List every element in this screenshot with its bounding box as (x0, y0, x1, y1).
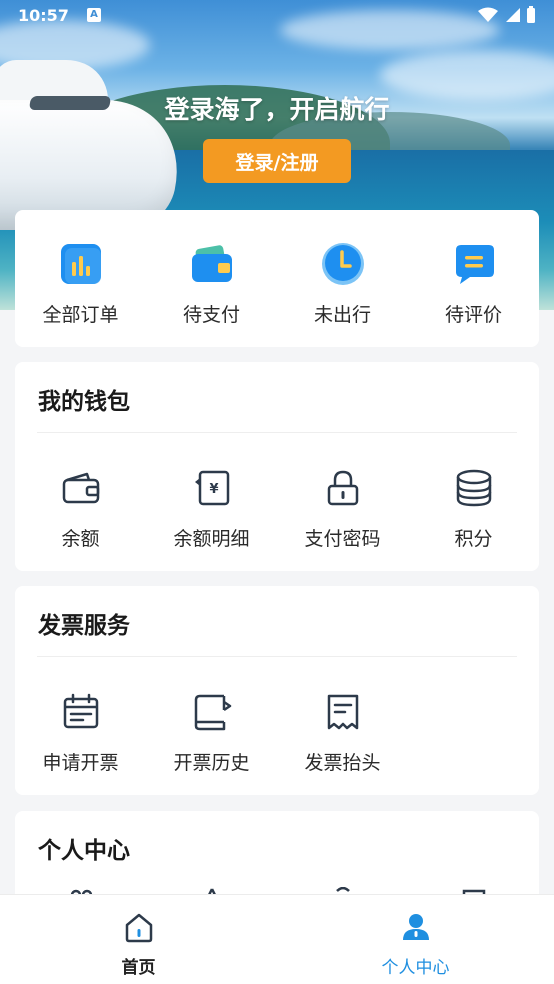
yuan-receipt-icon: ¥ (190, 466, 234, 510)
wallet-title: 我的钱包 (38, 389, 130, 415)
divider (37, 432, 517, 433)
nav-home[interactable]: 首页 (0, 895, 277, 984)
status-time: 10:57 (18, 5, 69, 25)
wallet-icon (190, 242, 234, 286)
wallet-points-label: 积分 (454, 528, 493, 550)
invoice-header-label: 发票抬头 (304, 752, 381, 774)
clock-icon (321, 242, 365, 286)
book-history-icon (190, 690, 234, 734)
wifi-icon (478, 7, 498, 22)
nav-personal-center-label: 个人中心 (381, 958, 450, 978)
bottom-nav: 首页 个人中心 (0, 894, 554, 984)
home-icon (123, 911, 155, 947)
invoice-history-label: 开票历史 (173, 752, 250, 774)
nav-personal-center[interactable]: 个人中心 (277, 895, 554, 984)
bar-chart-icon (59, 242, 103, 286)
orders-card: 全部订单 待支付 未出行 待评价 (15, 210, 539, 347)
order-pending-payment-label: 待支付 (182, 304, 240, 326)
hero-title: 登录海了，开启航行 (164, 95, 390, 124)
wallet-outline-icon (59, 466, 103, 510)
invoice-title: 发票服务 (38, 613, 130, 639)
divider (37, 656, 517, 657)
invoice-grid: 申请开票 开票历史 发票抬头 (15, 690, 539, 775)
wallet-grid: 余额 ¥ 余额明细 支付密码 积分 (15, 466, 539, 551)
receipt-icon (321, 690, 365, 734)
chat-icon (452, 242, 496, 286)
invoice-apply-label: 申请开票 (42, 752, 119, 774)
wallet-balance-detail-label: 余额明细 (173, 528, 250, 550)
personal-title: 个人中心 (38, 838, 130, 864)
notification-icon: A (86, 8, 101, 22)
invoice-card: 发票服务 申请开票 开票历史 发票抬头 (15, 586, 539, 795)
invoice-header[interactable]: 发票抬头 (277, 690, 408, 775)
wallet-balance-detail[interactable]: ¥ 余额明细 (146, 466, 277, 551)
status-bar: 10:57 A (0, 0, 554, 30)
orders-grid: 全部订单 待支付 未出行 待评价 (15, 242, 539, 327)
wallet-pay-password-label: 支付密码 (304, 528, 381, 550)
invoice-apply[interactable]: 申请开票 (15, 690, 146, 775)
calendar-icon (59, 690, 103, 734)
order-all-label: 全部订单 (42, 304, 119, 326)
user-icon (400, 911, 432, 947)
order-all[interactable]: 全部订单 (15, 242, 146, 327)
invoice-history[interactable]: 开票历史 (146, 690, 277, 775)
wallet-balance-label: 余额 (61, 528, 100, 550)
order-pending-review[interactable]: 待评价 (408, 242, 539, 327)
nav-home-label: 首页 (121, 958, 156, 978)
svg-text:¥: ¥ (209, 482, 218, 497)
login-register-button[interactable]: 登录/注册 (203, 139, 351, 183)
wallet-card: 我的钱包 余额 ¥ 余额明细 支付密码 积分 (15, 362, 539, 571)
coins-stack-icon (452, 466, 496, 510)
order-pending-review-label: 待评价 (444, 304, 502, 326)
order-pending-payment[interactable]: 待支付 (146, 242, 277, 327)
wallet-balance[interactable]: 余额 (15, 466, 146, 551)
order-not-departed-label: 未出行 (313, 304, 371, 326)
wallet-pay-password[interactable]: 支付密码 (277, 466, 408, 551)
battery-icon (527, 6, 535, 23)
signal-icon (506, 8, 520, 22)
lock-icon (321, 466, 365, 510)
order-not-departed[interactable]: 未出行 (277, 242, 408, 327)
wallet-points[interactable]: 积分 (408, 466, 539, 551)
